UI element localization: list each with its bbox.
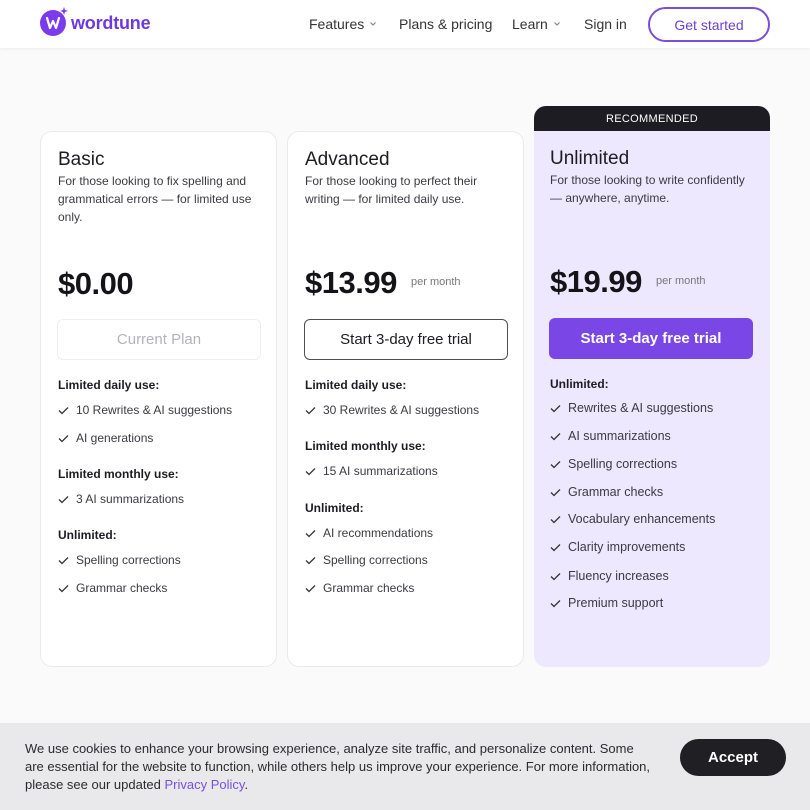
feature-label: 30 Rewrites & AI suggestions xyxy=(323,403,480,417)
feature-label: Vocabulary enhancements xyxy=(568,512,716,526)
plan-card-advanced: Advanced For those looking to perfect th… xyxy=(287,131,524,667)
feature-label: Grammar checks xyxy=(76,581,168,595)
feature-label: 15 AI summarizations xyxy=(323,464,438,478)
feature-item: AI generations xyxy=(58,431,153,445)
section-title: Unlimited: xyxy=(58,528,117,542)
chevron-down-icon xyxy=(370,22,377,26)
feature-item: 10 Rewrites & AI suggestions xyxy=(58,403,232,417)
cookie-message: We use cookies to enhance your browsing … xyxy=(25,740,655,794)
feature-item: AI summarizations xyxy=(550,429,671,443)
get-started-button[interactable]: Get started xyxy=(648,7,770,42)
feature-item: Fluency increases xyxy=(550,569,669,583)
check-icon xyxy=(305,529,316,537)
plan-name: Advanced xyxy=(305,149,390,170)
plan-name: Basic xyxy=(58,149,105,170)
nav-sign-in[interactable]: Sign in xyxy=(584,16,627,32)
section-title: Limited monthly use: xyxy=(305,439,426,453)
feature-item: Clarity improvements xyxy=(550,540,685,554)
feature-item: Premium support xyxy=(550,596,663,610)
feature-label: Fluency increases xyxy=(568,569,669,583)
feature-item: 3 AI summarizations xyxy=(58,492,184,506)
feature-label: AI generations xyxy=(76,431,154,445)
check-icon xyxy=(305,584,316,592)
recommended-banner: RECOMMENDED xyxy=(534,106,770,131)
check-icon xyxy=(305,406,316,414)
plan-price: $19.99 xyxy=(550,264,642,299)
feature-label: Spelling corrections xyxy=(323,553,428,567)
plan-name: Unlimited xyxy=(550,148,630,169)
check-icon xyxy=(550,432,561,440)
check-icon xyxy=(58,406,69,414)
feature-item: Spelling corrections xyxy=(550,457,677,471)
wordtune-logo[interactable]: wordtune xyxy=(40,7,151,36)
nav-features-label: Features xyxy=(309,16,365,32)
section-title: Unlimited: xyxy=(305,501,364,515)
check-icon xyxy=(58,434,69,442)
cookie-text: We use cookies to enhance your browsing … xyxy=(25,741,651,792)
chevron-down-icon xyxy=(553,22,560,26)
feature-label: Rewrites & AI suggestions xyxy=(568,401,714,415)
check-icon xyxy=(305,467,316,475)
start-trial-button[interactable]: Start 3-day free trial xyxy=(304,319,508,360)
feature-label: 3 AI summarizations xyxy=(76,492,185,506)
current-plan-button[interactable]: Current Plan xyxy=(57,319,261,360)
check-icon xyxy=(550,543,561,551)
plan-card-basic: Basic For those looking to fix spelling … xyxy=(40,131,277,667)
check-icon xyxy=(550,460,561,468)
check-icon xyxy=(550,404,561,412)
check-icon xyxy=(550,488,561,496)
check-icon xyxy=(305,556,316,564)
section-title: Unlimited: xyxy=(550,377,609,391)
price-period: per month xyxy=(411,276,461,288)
feature-label: AI recommendations xyxy=(323,526,434,540)
check-icon xyxy=(550,599,561,607)
feature-item: Spelling corrections xyxy=(305,553,428,567)
plan-description: For those looking to write confidently —… xyxy=(550,173,745,205)
plan-card-unlimited: RECOMMENDED Unlimited For those looking … xyxy=(534,106,770,667)
feature-item: Grammar checks xyxy=(58,581,167,595)
feature-item: 30 Rewrites & AI suggestions xyxy=(305,403,479,417)
feature-item: Vocabulary enhancements xyxy=(550,512,715,526)
plan-price: $13.99 xyxy=(305,265,397,300)
feature-item: Rewrites & AI suggestions xyxy=(550,401,713,415)
brand-name: wordtune xyxy=(71,12,151,33)
plan-description: For those looking to fix spelling and gr… xyxy=(58,174,252,224)
top-nav: wordtune Features Plans & pricing Learn … xyxy=(0,0,810,48)
feature-label: AI summarizations xyxy=(568,429,671,443)
plan-price: $0.00 xyxy=(58,266,134,301)
cookie-text-end: . xyxy=(244,777,249,792)
section-title: Limited daily use: xyxy=(58,378,160,392)
feature-item: 15 AI summarizations xyxy=(305,464,438,478)
feature-label: Grammar checks xyxy=(568,485,664,499)
feature-item: Grammar checks xyxy=(550,485,663,499)
accept-cookies-button[interactable]: Accept xyxy=(680,739,786,776)
nav-plans-label: Plans & pricing xyxy=(399,16,493,32)
feature-item: Spelling corrections xyxy=(58,553,181,567)
check-icon xyxy=(58,556,69,564)
feature-label: Clarity improvements xyxy=(568,540,686,554)
feature-label: 10 Rewrites & AI suggestions xyxy=(76,403,233,417)
check-icon xyxy=(550,572,561,580)
feature-label: Spelling corrections xyxy=(568,457,678,471)
nav-plans-pricing[interactable]: Plans & pricing xyxy=(399,16,492,32)
feature-label: Spelling corrections xyxy=(76,553,181,567)
check-icon xyxy=(58,495,69,503)
start-trial-button[interactable]: Start 3-day free trial xyxy=(549,318,753,359)
nav-learn[interactable]: Learn xyxy=(512,16,561,32)
nav-features[interactable]: Features xyxy=(309,16,377,32)
section-title: Limited monthly use: xyxy=(58,467,179,481)
feature-item: Grammar checks xyxy=(305,581,414,595)
wordtune-logo-icon xyxy=(40,7,68,36)
feature-label: Grammar checks xyxy=(323,581,415,595)
section-title: Limited daily use: xyxy=(305,378,407,392)
check-icon xyxy=(550,515,561,523)
feature-label: Premium support xyxy=(568,596,664,610)
plan-description: For those looking to perfect their writi… xyxy=(305,174,478,206)
price-period: per month xyxy=(656,275,706,287)
nav-signin-label: Sign in xyxy=(584,16,627,32)
nav-learn-label: Learn xyxy=(512,16,548,32)
privacy-policy-link[interactable]: Privacy Policy xyxy=(165,777,245,792)
check-icon xyxy=(58,584,69,592)
feature-item: AI recommendations xyxy=(305,526,433,540)
